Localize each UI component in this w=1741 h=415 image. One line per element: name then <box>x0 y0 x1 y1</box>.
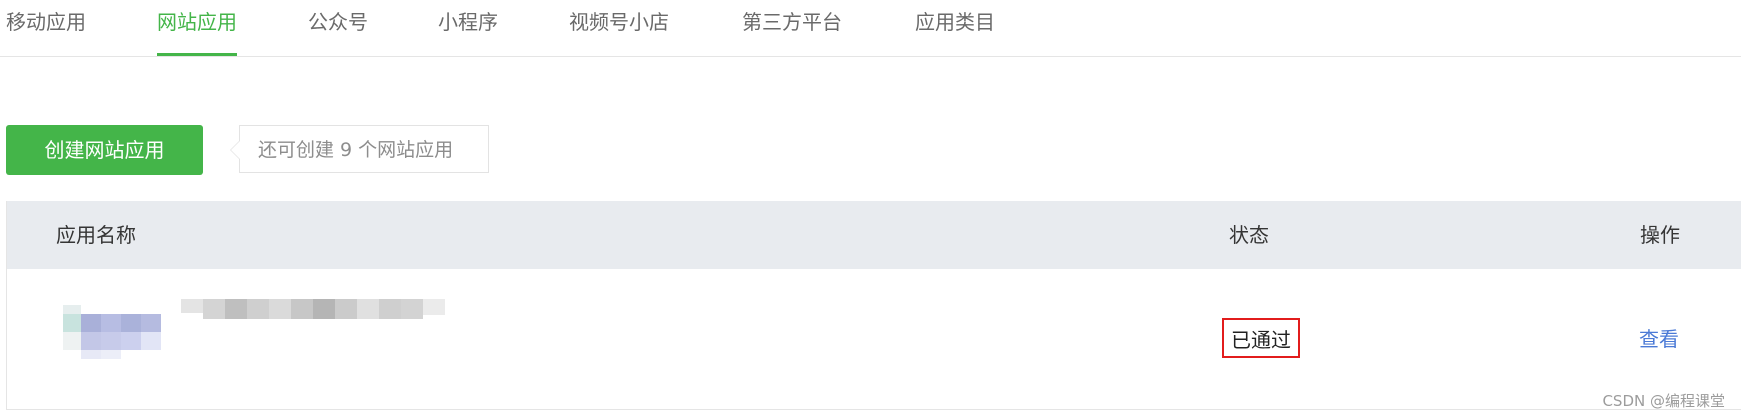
column-header-status: 状态 <box>1229 223 1269 247</box>
quota-tip: 还可创建 9 个网站应用 <box>230 125 489 173</box>
tab-website-app[interactable]: 网站应用 <box>157 8 237 56</box>
table-row: 已通过 查看 <box>7 269 1741 409</box>
app-icon <box>63 305 161 359</box>
column-header-operation: 操作 <box>1640 223 1680 247</box>
table-header: 应用名称 状态 操作 <box>7 201 1741 269</box>
app-name-blurred <box>181 299 445 319</box>
create-website-app-button[interactable]: 创建网站应用 <box>6 125 203 175</box>
tab-official-account[interactable]: 公众号 <box>308 8 368 56</box>
tab-third-party-platform[interactable]: 第三方平台 <box>742 8 842 56</box>
app-table: 应用名称 状态 操作 已通过 查看 <box>6 201 1741 410</box>
tab-bar: 移动应用 网站应用 公众号 小程序 视频号小店 第三方平台 应用类目 <box>0 0 1741 57</box>
watermark: CSDN @编程课堂 <box>1602 392 1725 410</box>
page: 移动应用 网站应用 公众号 小程序 视频号小店 第三方平台 应用类目 创建网站应… <box>0 0 1741 415</box>
status-badge: 已通过 <box>1222 318 1300 358</box>
column-header-app-name: 应用名称 <box>56 223 136 247</box>
tab-mini-program[interactable]: 小程序 <box>438 8 498 56</box>
tab-mobile-app[interactable]: 移动应用 <box>6 8 86 56</box>
tab-channels-store[interactable]: 视频号小店 <box>569 8 669 56</box>
view-link[interactable]: 查看 <box>1639 321 1679 357</box>
tab-app-categories[interactable]: 应用类目 <box>915 8 995 56</box>
